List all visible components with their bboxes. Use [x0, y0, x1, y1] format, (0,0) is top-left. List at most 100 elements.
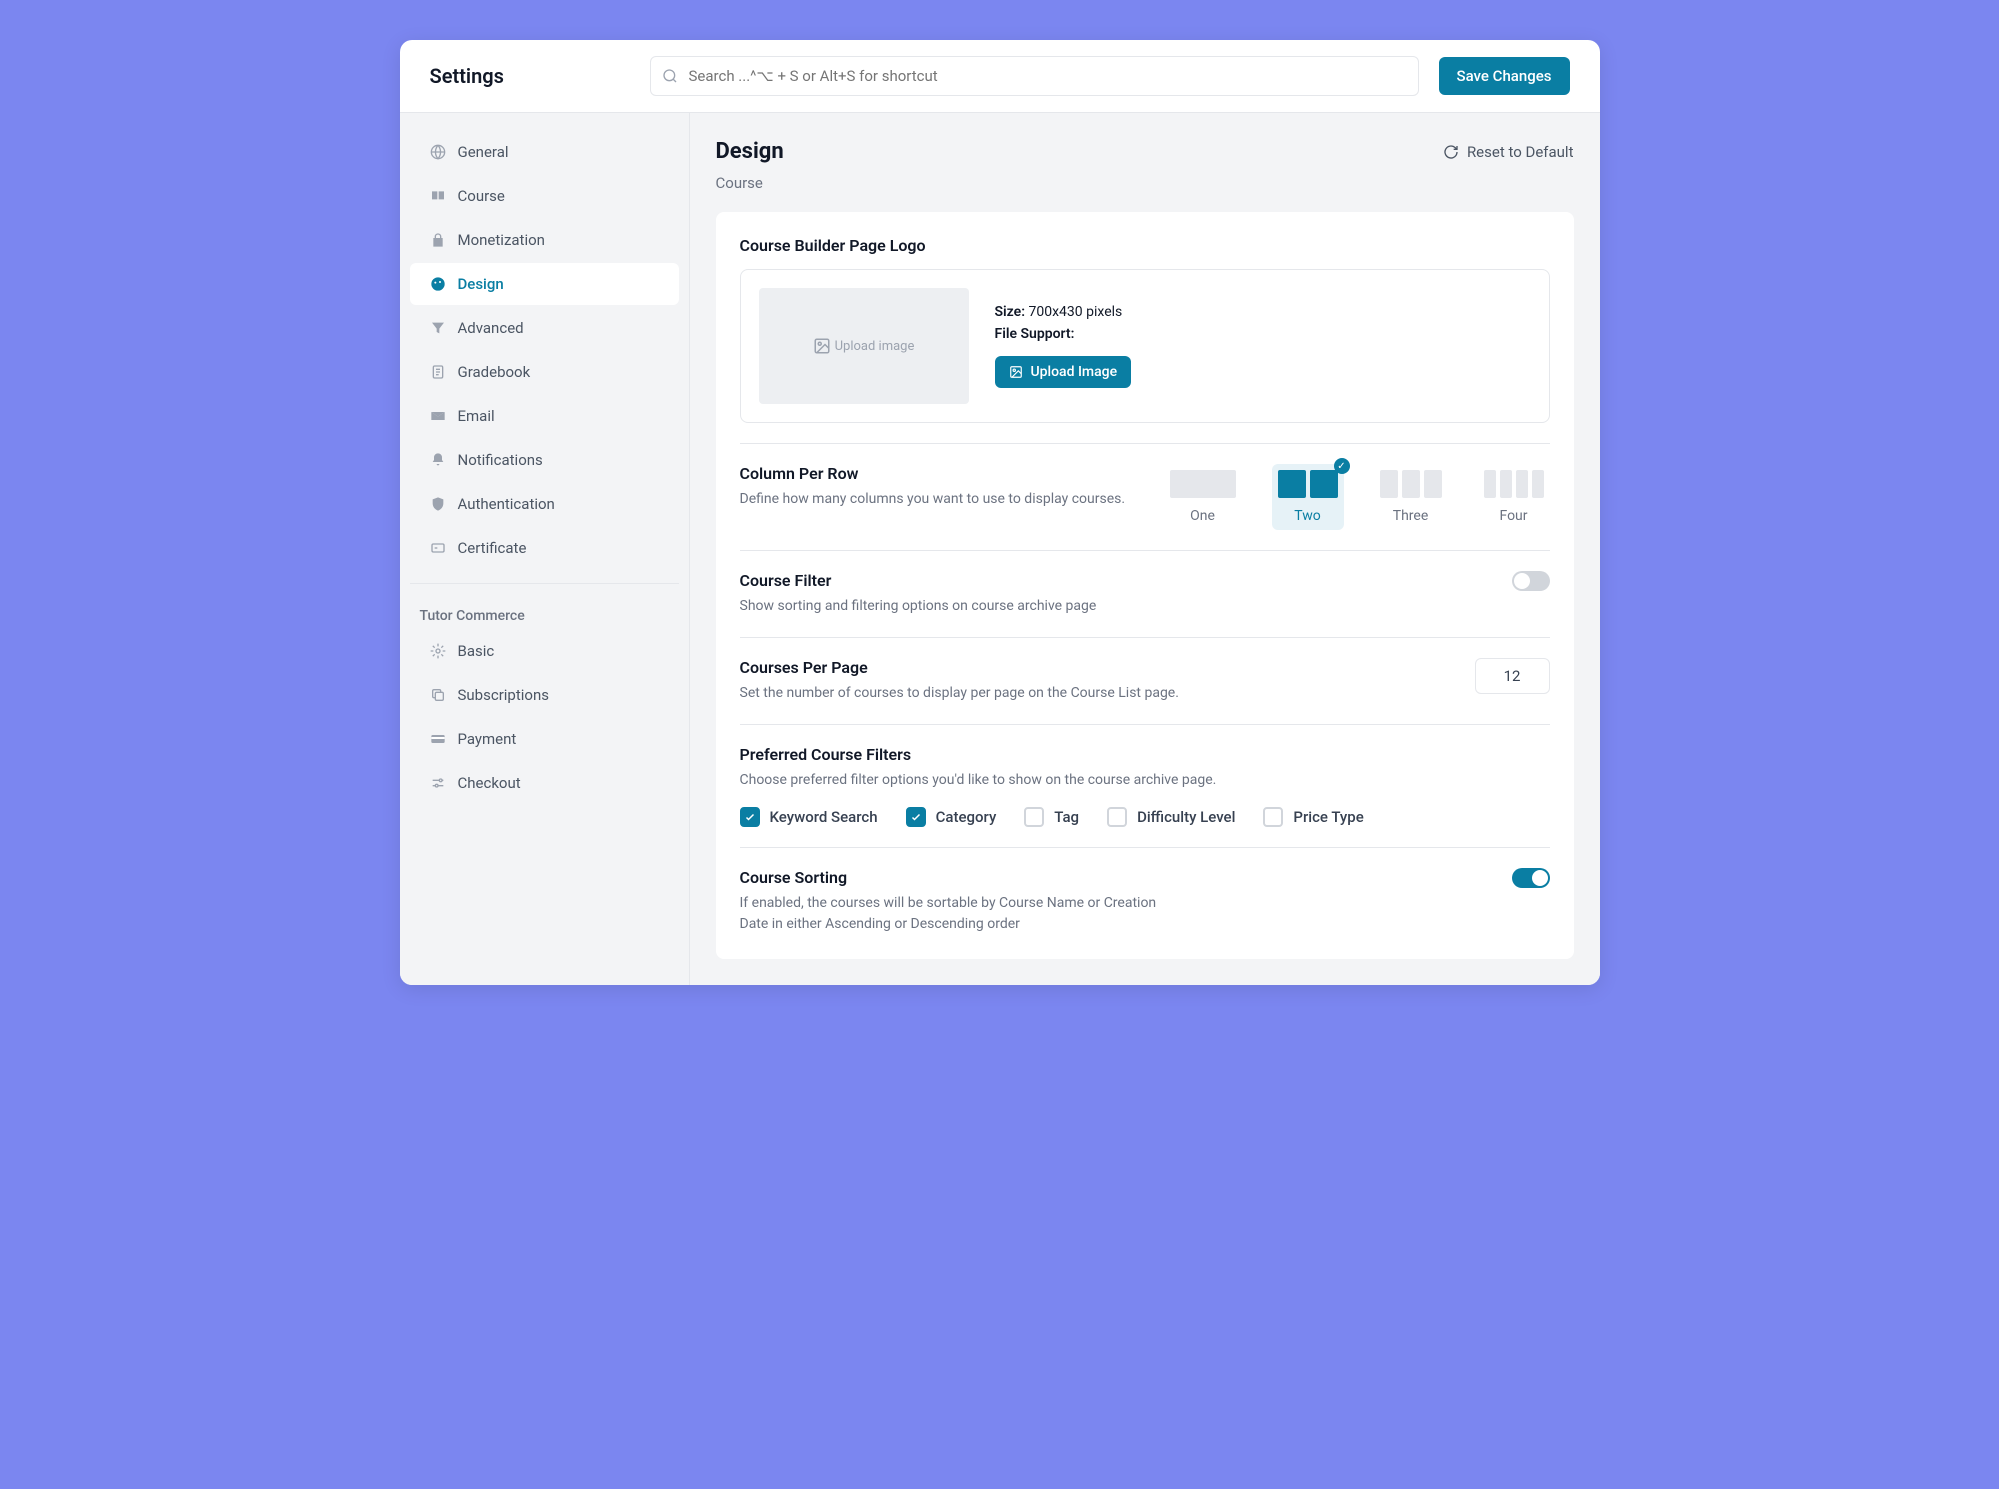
column-preview-block	[1532, 470, 1544, 498]
size-label: Size:	[995, 304, 1026, 320]
sidebar-item-subscriptions[interactable]: Subscriptions	[410, 674, 679, 716]
column-option-three[interactable]: ✓Three	[1374, 464, 1448, 530]
save-changes-button[interactable]: Save Changes	[1439, 57, 1570, 95]
sidebar-item-label: Advanced	[458, 319, 524, 337]
gear-icon	[430, 643, 446, 659]
upload-dropzone[interactable]: Upload image	[759, 288, 969, 404]
settings-panel: Course Builder Page Logo Upload image Si…	[716, 212, 1574, 959]
sidebar-item-advanced[interactable]: Advanced	[410, 307, 679, 349]
upload-drop-text: Upload image	[835, 339, 915, 354]
sidebar-item-label: Monetization	[458, 231, 545, 249]
column-preview-block	[1500, 470, 1512, 498]
filter-checkboxes: Keyword Search Category Tag Difficulty Leve…	[740, 807, 1550, 827]
sidebar-item-certificate[interactable]: Certificate	[410, 527, 679, 569]
section-desc: Choose preferred filter options you'd li…	[740, 770, 1550, 791]
book-icon	[430, 188, 446, 204]
column-option-label: Three	[1380, 508, 1442, 524]
column-preview	[1278, 470, 1338, 498]
section-desc: If enabled, the courses will be sortable…	[740, 893, 1186, 935]
checkbox-label: Difficulty Level	[1137, 808, 1235, 826]
column-preview-block	[1170, 470, 1236, 498]
checkbox-label: Tag	[1054, 808, 1079, 826]
palette-icon	[430, 276, 446, 292]
column-preview-block	[1380, 470, 1398, 498]
section-desc: Show sorting and filtering options on co…	[740, 596, 1186, 617]
check-icon: ✓	[1334, 458, 1350, 474]
column-option-two[interactable]: ✓Two	[1272, 464, 1344, 530]
checkbox-icon	[1107, 807, 1127, 827]
upload-image-button[interactable]: Upload Image	[995, 356, 1132, 388]
course-sorting-toggle[interactable]	[1512, 868, 1550, 888]
sidebar-item-checkout[interactable]: Checkout	[410, 762, 679, 804]
filter-checkbox-difficulty-level[interactable]: Difficulty Level	[1107, 807, 1235, 827]
sidebar-item-email[interactable]: Email	[410, 395, 679, 437]
section-title: Column Per Row	[740, 464, 1144, 483]
page-header-title: Settings	[430, 64, 630, 88]
section-text: Course Sorting If enabled, the courses w…	[740, 868, 1186, 935]
mail-icon	[430, 408, 446, 424]
section-course-filter: Course Filter Show sorting and filtering…	[740, 571, 1550, 638]
sidebar-item-label: Checkout	[458, 774, 521, 792]
support-label: File Support:	[995, 326, 1075, 342]
course-filter-toggle[interactable]	[1512, 571, 1550, 591]
column-preview	[1380, 470, 1442, 498]
filter-checkbox-keyword-search[interactable]: Keyword Search	[740, 807, 878, 827]
body: GeneralCourseMonetizationDesignAdvancedG…	[400, 113, 1600, 985]
filter-checkbox-tag[interactable]: Tag	[1024, 807, 1079, 827]
section-desc: Define how many columns you want to use …	[740, 489, 1144, 510]
column-preview-block	[1424, 470, 1442, 498]
sidebar-item-authentication[interactable]: Authentication	[410, 483, 679, 525]
sidebar-item-gradebook[interactable]: Gradebook	[410, 351, 679, 393]
upload-box: Upload image Size: 700x430 pixels File S…	[740, 269, 1550, 423]
main-content: Design Reset to Default Course Course Bu…	[690, 113, 1600, 985]
section-per-page: Courses Per Page Set the number of cours…	[740, 658, 1550, 725]
globe-icon	[430, 144, 446, 160]
sidebar-item-label: Certificate	[458, 539, 527, 557]
toggle-knob	[1514, 573, 1530, 589]
refresh-icon	[1443, 144, 1459, 160]
filter-checkbox-price-type[interactable]: Price Type	[1263, 807, 1363, 827]
section-course-sorting: Course Sorting If enabled, the courses w…	[740, 868, 1550, 935]
section-title: Course Builder Page Logo	[740, 236, 1550, 255]
copy-icon	[430, 687, 446, 703]
section-text: Column Per Row Define how many columns y…	[740, 464, 1144, 510]
checkbox-label: Keyword Search	[770, 808, 878, 826]
support-line: File Support:	[995, 326, 1132, 342]
column-option-label: Four	[1484, 508, 1544, 524]
filter-checkbox-category[interactable]: Category	[906, 807, 997, 827]
bell-icon	[430, 452, 446, 468]
sidebar-item-label: Basic	[458, 642, 495, 660]
column-option-label: One	[1170, 508, 1236, 524]
sidebar-item-label: Design	[458, 275, 504, 293]
section-text: Course Filter Show sorting and filtering…	[740, 571, 1186, 617]
sidebar-item-monetization[interactable]: Monetization	[410, 219, 679, 261]
money-icon	[430, 232, 446, 248]
upload-btn-label: Upload Image	[1031, 364, 1118, 380]
sidebar-item-general[interactable]: General	[410, 131, 679, 173]
header: Settings Save Changes	[400, 40, 1600, 113]
section-columns: Column Per Row Define how many columns y…	[740, 464, 1550, 551]
section-title: Courses Per Page	[740, 658, 1186, 677]
sidebar-item-basic[interactable]: Basic	[410, 630, 679, 672]
sidebar-item-design[interactable]: Design	[410, 263, 679, 305]
section-preferred-filters: Preferred Course Filters Choose preferre…	[740, 745, 1550, 848]
column-option-one[interactable]: ✓One	[1164, 464, 1242, 530]
breadcrumb: Course	[716, 174, 1574, 192]
settings-app: Settings Save Changes GeneralCourseMonet…	[400, 40, 1600, 985]
image-icon	[813, 337, 831, 355]
sidebar-item-payment[interactable]: Payment	[410, 718, 679, 760]
credit-icon	[430, 731, 446, 747]
checkbox-label: Category	[936, 808, 997, 826]
sidebar-item-label: Subscriptions	[458, 686, 549, 704]
sidebar-item-label: Payment	[458, 730, 517, 748]
section-desc: Set the number of courses to display per…	[740, 683, 1186, 704]
section-logo: Course Builder Page Logo Upload image Si…	[740, 236, 1550, 444]
page-title: Design	[716, 139, 784, 164]
column-preview-block	[1310, 470, 1338, 498]
reset-to-default-link[interactable]: Reset to Default	[1443, 143, 1574, 161]
sidebar-item-course[interactable]: Course	[410, 175, 679, 217]
courses-per-page-input[interactable]	[1475, 658, 1550, 694]
column-option-four[interactable]: ✓Four	[1478, 464, 1550, 530]
sidebar-item-notifications[interactable]: Notifications	[410, 439, 679, 481]
search-input[interactable]	[650, 56, 1419, 96]
